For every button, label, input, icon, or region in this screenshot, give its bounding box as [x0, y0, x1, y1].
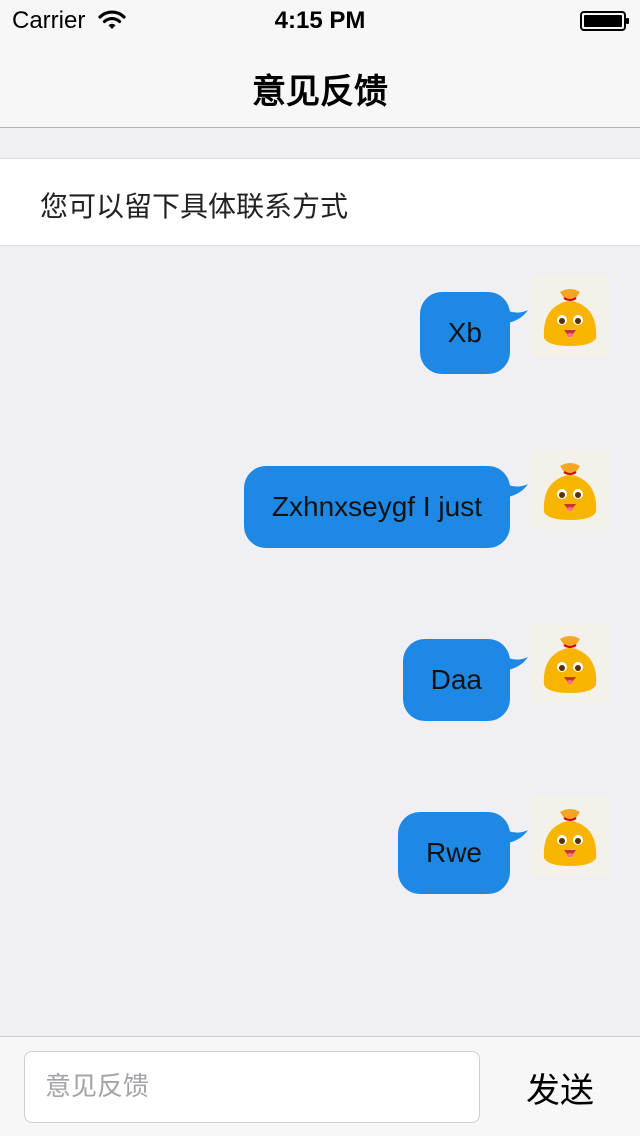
send-button[interactable]: 发送 [520, 1057, 600, 1117]
message-text: Daa [430, 664, 482, 695]
page-title: 意见反馈 [252, 73, 388, 111]
input-bar: 发送 [0, 1036, 640, 1136]
message-bubble[interactable]: Rwe [397, 812, 528, 894]
navigation-bar: 意见反馈 [0, 40, 640, 128]
avatar[interactable] [530, 450, 610, 530]
money-bag-mascot-icon [543, 636, 597, 693]
message-bubble[interactable]: Xb [419, 292, 528, 374]
money-bag-mascot-icon [543, 289, 597, 346]
money-bag-mascot-icon [543, 463, 597, 520]
money-bag-mascot-icon [543, 809, 597, 866]
message-bubble[interactable]: Daa [402, 639, 528, 721]
message-bubble[interactable]: Zxhnxseygf I just [243, 466, 528, 548]
message-item: Zxhnxseygf I just [0, 420, 640, 548]
status-bar: Carrier 4:15 PM [0, 0, 640, 40]
message-text: Zxhnxseygf I just [271, 491, 482, 522]
battery-icon [580, 11, 629, 31]
bubble-tail [502, 308, 528, 324]
bubble-tail [502, 828, 528, 844]
message-list[interactable]: Xb Zxhnxseygf I just Daa Rwe [0, 246, 640, 1036]
avatar[interactable] [530, 623, 610, 703]
bubble-tail [502, 482, 528, 498]
status-time: 4:15 PM [274, 7, 366, 34]
message-text: Rwe [425, 837, 482, 868]
avatar[interactable] [530, 796, 610, 876]
message-item: Xb [0, 246, 640, 374]
message-item: Daa [0, 593, 640, 721]
avatar[interactable] [530, 276, 610, 356]
bubble-tail [502, 655, 528, 671]
feedback-input[interactable] [24, 1051, 480, 1123]
message-text: Xb [447, 317, 482, 348]
contact-hint-row: 您可以留下具体联系方式 [0, 158, 640, 246]
message-item: Rwe [0, 766, 640, 894]
feedback-screen: Carrier 4:15 PM 意见反馈 您可以留下具体联系方式 Xb Zxhn… [0, 0, 640, 1136]
contact-hint-text: 您可以留下具体联系方式 [40, 191, 349, 222]
